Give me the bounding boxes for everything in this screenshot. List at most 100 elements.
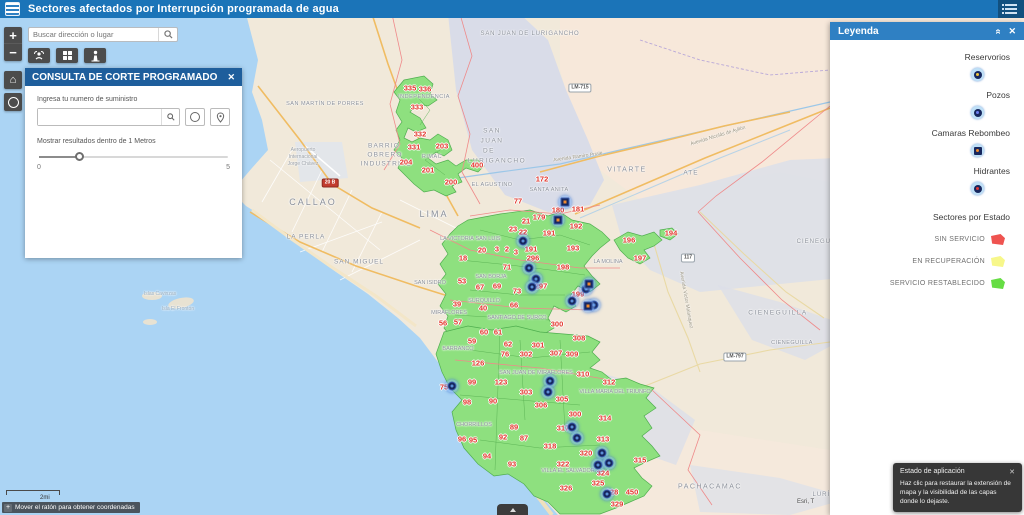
legend-item-label: Reservorios (965, 52, 1010, 62)
legend-item: Pozos (932, 90, 1010, 119)
search-submit-button[interactable] (158, 28, 177, 41)
pick-point-button[interactable] (210, 108, 230, 126)
consulta-close-icon[interactable]: ✕ (227, 72, 235, 83)
toast-close-icon[interactable]: ✕ (1009, 468, 1015, 476)
legend-item-label: Hidrantes (974, 166, 1010, 176)
consulta-widget-button[interactable] (28, 48, 50, 63)
app-window: SAN JUAN DE LURIGANCHOAeropuertoInternac… (0, 0, 1024, 515)
legend-point-items: Reservorios Pozos Camaras Rebombeo Hidrante… (932, 52, 1010, 204)
legend-collapse-icon[interactable]: « (995, 26, 1001, 37)
expand-attribution-icon (510, 508, 516, 512)
home-icon: ⌂ (10, 74, 17, 86)
pump-chamber-icon (971, 144, 984, 157)
map-marker-square[interactable] (559, 196, 572, 209)
legend-panel: Leyenda « ✕ Reservorios Pozos Camaras Rebo… (830, 22, 1024, 515)
state-swatch (991, 234, 1005, 245)
suministro-input[interactable] (38, 109, 161, 125)
state-label: SIN SERVICIO (934, 236, 985, 243)
person-pin-icon (90, 50, 101, 62)
consulta-panel-body: Ingresa tu numero de suministro (25, 86, 242, 258)
app-state-toast: Estado de aplicación ✕ Haz clic para res… (893, 463, 1022, 512)
map-marker-square[interactable] (582, 300, 595, 313)
state-label: SERVICIO RESTABLECIDO (890, 280, 985, 287)
legend-header: Leyenda « ✕ (830, 22, 1024, 40)
state-label: EN RECUPERACIÓN (912, 258, 985, 265)
map-marker-circle[interactable] (542, 386, 555, 399)
state-swatch (991, 278, 1005, 289)
toast-title: Estado de aplicación (900, 468, 965, 475)
zoom-out-button[interactable]: − (4, 44, 22, 61)
locate-supply-button[interactable] (185, 108, 205, 126)
zoom-in-button[interactable]: + (4, 27, 22, 44)
slider-ends: 0 5 (37, 164, 230, 171)
slider-min-label: 0 (37, 164, 41, 171)
basemap-gallery-button[interactable] (56, 48, 78, 63)
toast-body[interactable]: Haz clic para restaurar la extensión de … (900, 479, 1015, 506)
consulta-panel-title: CONSULTA DE CORTE PROGRAMADO (32, 72, 217, 83)
search-icon (167, 113, 175, 121)
scale-label: 2mi (40, 495, 50, 501)
slider-max-label: 5 (226, 164, 230, 171)
search-input[interactable] (29, 28, 158, 41)
legend-state-row: SERVICIO RESTABLECIDO (890, 278, 1010, 289)
layer-list-icon (1005, 4, 1017, 14)
layer-list-button[interactable] (998, 0, 1024, 18)
map-pin-icon (216, 112, 225, 123)
well-icon-core (974, 109, 982, 117)
map-marker-circle[interactable] (517, 235, 530, 248)
map-attribution: Esri, T (797, 499, 814, 505)
coordinates-bar[interactable]: + Mover el ratón para obtener coordenada… (2, 502, 140, 513)
hydrant-icon-core (974, 185, 982, 193)
app-title: Sectores afectados por Interrupción prog… (28, 3, 339, 15)
well-icon (971, 106, 984, 119)
basemap-grid-icon (63, 51, 72, 60)
map-marker-circle[interactable] (571, 432, 584, 445)
map-marker-circle[interactable] (603, 457, 616, 470)
legend-state-row: EN RECUPERACIÓN (890, 256, 1010, 267)
legend-states-title: Sectores por Estado (933, 212, 1010, 222)
reservoir-icon-core (974, 71, 982, 79)
map-marker-circle[interactable] (566, 295, 579, 308)
map-marker-circle[interactable] (446, 380, 459, 393)
locate-me-button[interactable] (4, 93, 22, 111)
locate-circle-icon (190, 112, 200, 122)
legend-title: Leyenda (838, 26, 879, 37)
app-header: Sectores afectados por Interrupción prog… (0, 0, 1024, 18)
person-signal-icon (33, 50, 45, 61)
state-swatch (991, 256, 1005, 267)
hydrant-icon (971, 182, 984, 195)
map-marker-square[interactable] (583, 278, 596, 291)
slider-handle[interactable] (75, 152, 84, 161)
suministro-input-row (37, 108, 230, 126)
attribution-expand-tab[interactable] (497, 504, 528, 515)
distance-slider (37, 152, 230, 162)
legend-item: Reservorios (932, 52, 1010, 81)
legend-item-label: Camaras Rebombeo (932, 128, 1010, 138)
consulta-panel: CONSULTA DE CORTE PROGRAMADO ✕ Ingresa t… (25, 68, 242, 258)
widget-toolbar (28, 48, 106, 63)
home-extent-button[interactable]: ⌂ (4, 71, 22, 89)
scale-bar (6, 490, 60, 495)
search-icon (164, 30, 173, 39)
streetview-widget-button[interactable] (84, 48, 106, 63)
map-marker-square[interactable] (552, 214, 565, 227)
map-marker-circle[interactable] (601, 488, 614, 501)
consulta-panel-header: CONSULTA DE CORTE PROGRAMADO ✕ (25, 68, 242, 86)
locate-icon (8, 97, 19, 108)
legend-body: Reservorios Pozos Camaras Rebombeo Hidrante… (830, 40, 1024, 515)
legend-state-row: SIN SERVICIO (890, 234, 1010, 245)
pump-chamber-icon-core (974, 147, 982, 155)
sedapal-logo-icon (5, 2, 20, 16)
suministro-search-button[interactable] (161, 109, 179, 125)
zoom-controls: + − (4, 27, 22, 61)
legend-item-label: Pozos (986, 90, 1010, 100)
crosshair-icon[interactable]: + (4, 504, 12, 512)
legend-close-icon[interactable]: ✕ (1008, 26, 1016, 37)
legend-item: Camaras Rebombeo (932, 128, 1010, 157)
suministro-label: Ingresa tu numero de suministro (37, 96, 230, 103)
slider-label: Mostrar resultados dentro de 1 Metros (37, 138, 230, 145)
coordinates-hint: Mover el ratón para obtener coordenadas (15, 504, 135, 511)
suministro-input-wrap (37, 108, 180, 126)
map-marker-circle[interactable] (526, 281, 539, 294)
legend-item: Hidrantes (932, 166, 1010, 195)
